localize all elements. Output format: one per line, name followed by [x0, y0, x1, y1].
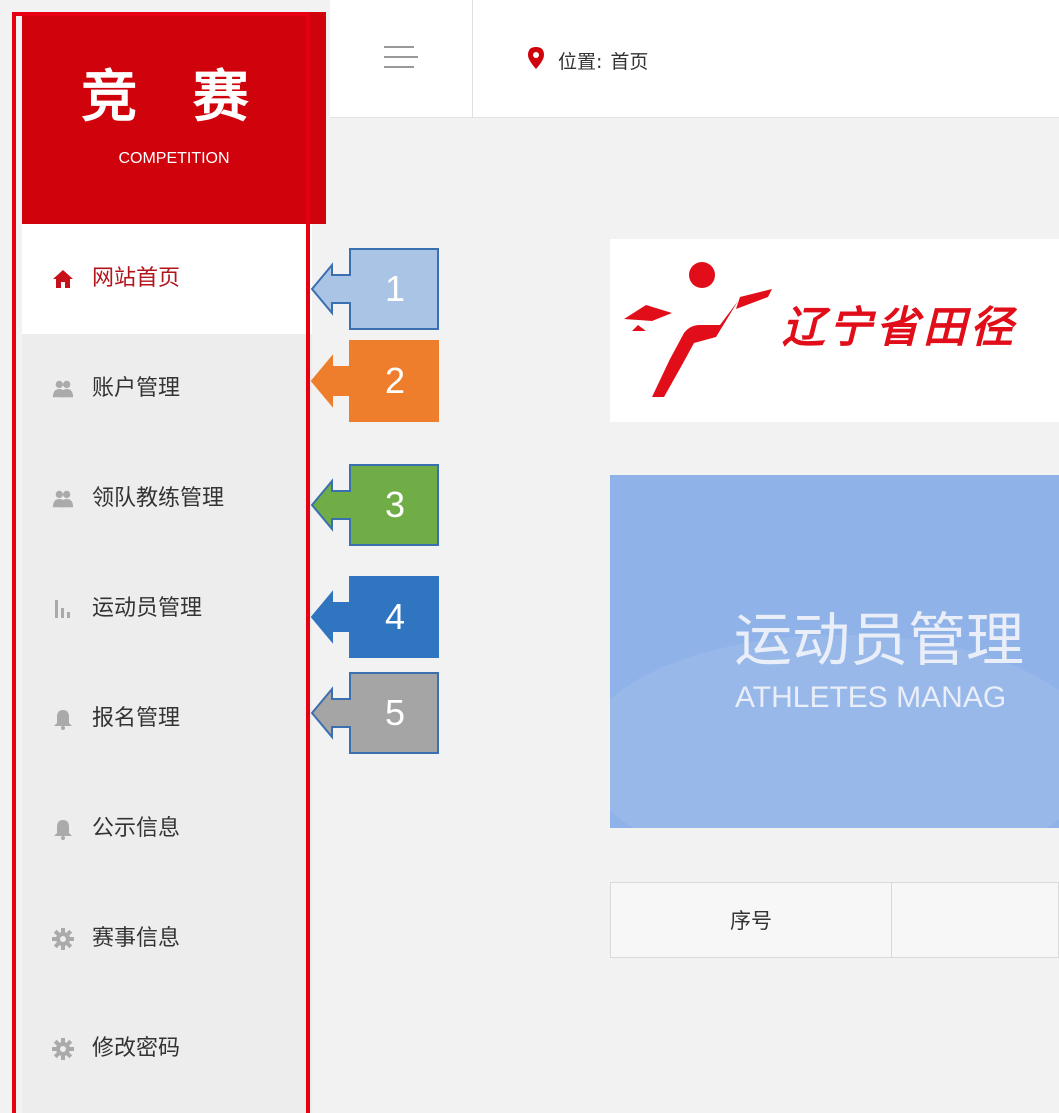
brand-logo[interactable]: 竞 赛 COMPETITION	[22, 12, 326, 224]
table-header-row: 序号	[610, 882, 1059, 958]
nav-item-home[interactable]: 网站首页	[22, 224, 312, 334]
callout-number: 3	[384, 484, 406, 525]
nav-item-label: 报名管理	[92, 706, 181, 731]
callout-5: 5	[310, 672, 440, 754]
callout-number: 2	[384, 360, 406, 401]
callout-1: 1	[310, 248, 440, 330]
bell-icon	[52, 708, 74, 730]
location-pin-icon	[528, 47, 544, 74]
column-header-index: 序号	[611, 883, 892, 957]
nav-item-label: 领队教练管理	[92, 486, 225, 511]
callout-3: 3	[310, 464, 440, 546]
callout-4: 4	[310, 576, 440, 658]
location-value[interactable]: 首页	[610, 47, 648, 74]
nav-item-events[interactable]: 赛事信息	[22, 884, 312, 994]
nav-item-label: 修改密码	[92, 1036, 181, 1061]
users-icon	[52, 378, 74, 400]
nav-item-accounts[interactable]: 账户管理	[22, 334, 312, 444]
association-banner: 辽宁省田径	[610, 239, 1059, 422]
hero-title: 运动员管理	[734, 606, 1025, 674]
menu-toggle-button[interactable]	[330, 0, 473, 117]
nav-item-label: 运动员管理	[92, 596, 203, 621]
brand-title: 竞 赛	[81, 65, 267, 130]
runner-logo-icon	[620, 261, 780, 405]
gear-icon	[52, 1038, 74, 1060]
bell-icon	[52, 818, 74, 840]
nav-item-change-password[interactable]: 修改密码	[22, 994, 312, 1104]
nav-item-label: 赛事信息	[92, 926, 181, 951]
hero-subtitle: ATHLETES MANAG	[735, 681, 1007, 714]
association-title: 辽宁省田径	[782, 303, 1017, 353]
nav-item-label: 网站首页	[92, 266, 181, 291]
sidebar: 网站首页 账户管理 领队教练管理 运动员管理 报名管理 公示信息 赛事信息 修改…	[22, 12, 326, 1113]
column-header-blank	[892, 883, 1058, 957]
callout-number: 4	[384, 596, 406, 637]
callout-2: 2	[310, 340, 440, 422]
breadcrumb: 位置: 首页	[528, 47, 648, 74]
callout-number: 5	[384, 692, 406, 733]
nav-item-athletes[interactable]: 运动员管理	[22, 554, 312, 664]
users-icon	[52, 488, 74, 510]
nav-item-registration[interactable]: 报名管理	[22, 664, 312, 774]
athletes-hero-card[interactable]: 运动员管理 ATHLETES MANAG	[610, 475, 1059, 828]
home-icon	[52, 268, 74, 290]
top-bar	[330, 0, 1059, 118]
nav-item-notices[interactable]: 公示信息	[22, 774, 312, 884]
nav-item-label: 公示信息	[92, 816, 181, 841]
bar-chart-icon	[52, 598, 74, 620]
gear-icon	[52, 928, 74, 950]
brand-subtitle: COMPETITION	[118, 150, 230, 167]
nav-item-coaches[interactable]: 领队教练管理	[22, 444, 312, 554]
location-label: 位置:	[558, 51, 603, 73]
nav-item-label: 账户管理	[92, 376, 181, 401]
callout-number: 1	[384, 268, 406, 309]
hamburger-icon	[384, 44, 418, 74]
